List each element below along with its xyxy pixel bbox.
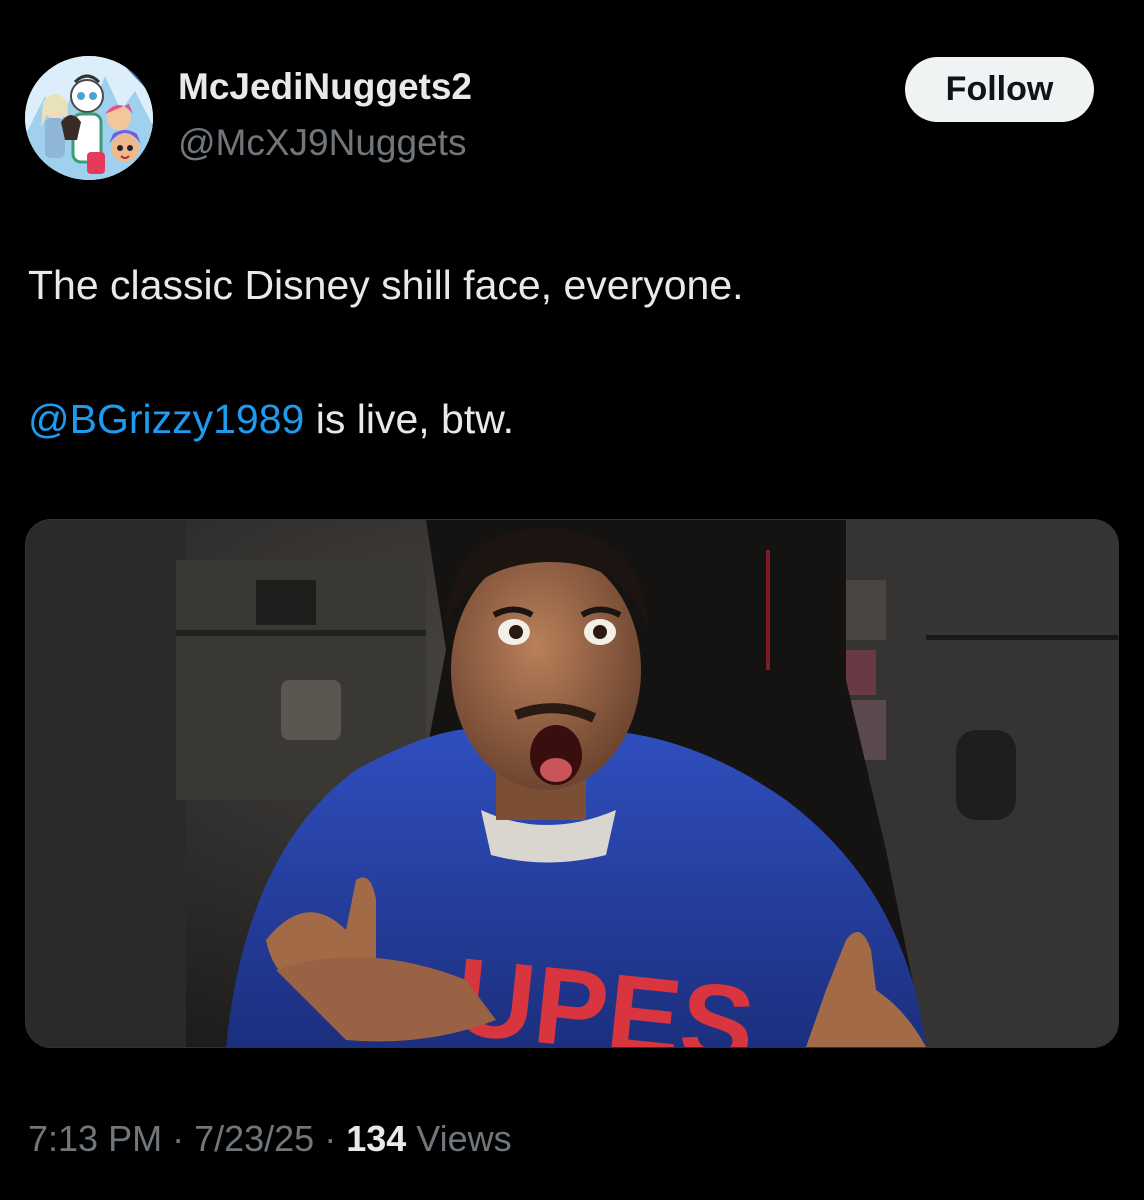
mention-link[interactable]: @BGrizzy1989 [28,396,304,442]
tweet-text-line2: @BGrizzy1989 is live, btw. [28,396,514,443]
tweet-media[interactable]: UPES [25,519,1119,1048]
cartoon-characters-avatar-icon [25,56,153,180]
tweet-text-line1: The classic Disney shill face, everyone. [28,262,744,308]
tweet-meta: 7:13 PM · 7/23/25 · 134 Views [28,1118,512,1160]
meta-separator: · [162,1118,195,1159]
tweet-time[interactable]: 7:13 PM [28,1118,162,1159]
views-count: 134 [346,1118,407,1159]
tweet-date[interactable]: 7/23/25 [194,1118,314,1159]
views-label: Views [406,1118,512,1159]
author-avatar[interactable] [25,56,153,180]
tweet-container: McJediNuggets2 @McXJ9Nuggets Follow The … [0,0,1144,1170]
follow-button[interactable]: Follow [905,57,1094,122]
author-display-name[interactable]: McJediNuggets2 [178,66,472,108]
video-frame-image: UPES [26,520,1118,1047]
meta-separator: · [314,1118,347,1159]
tweet-text-line2-rest: is live, btw. [304,396,514,442]
author-handle[interactable]: @McXJ9Nuggets [178,122,466,164]
